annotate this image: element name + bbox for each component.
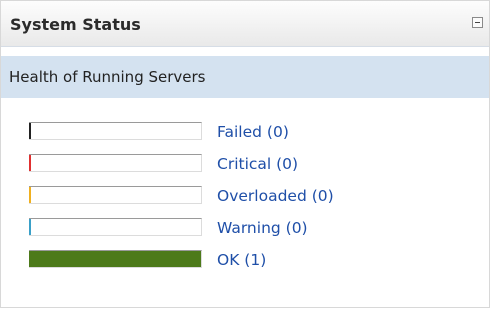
health-bar-edge [29, 219, 31, 235]
health-bar-failed [29, 122, 202, 140]
health-bar-warning [29, 218, 202, 236]
health-bar-overloaded [29, 186, 202, 204]
warning-link[interactable]: Warning (0) [217, 218, 308, 238]
health-row-failed: Failed (0) [29, 119, 469, 151]
health-row-warning: Warning (0) [29, 215, 469, 247]
subheader-text: Health of Running Servers [9, 68, 206, 86]
failed-link[interactable]: Failed (0) [217, 122, 289, 142]
health-bar-critical [29, 154, 202, 172]
ok-link[interactable]: OK (1) [217, 250, 266, 270]
health-legend: Failed (0) Critical (0) Overloaded (0) W… [29, 119, 469, 279]
health-bar-fill [29, 251, 201, 267]
panel-header: System Status [1, 1, 489, 47]
health-row-overloaded: Overloaded (0) [29, 183, 469, 215]
panel-title: System Status [10, 15, 141, 34]
health-row-ok: OK (1) [29, 247, 469, 279]
health-bar-edge [29, 187, 31, 203]
overloaded-link[interactable]: Overloaded (0) [217, 186, 334, 206]
health-row-critical: Critical (0) [29, 151, 469, 183]
collapse-icon[interactable] [472, 17, 483, 28]
health-bar-edge [29, 155, 31, 171]
health-bar-ok [29, 250, 202, 268]
system-status-panel: System Status Health of Running Servers … [0, 0, 490, 308]
critical-link[interactable]: Critical (0) [217, 154, 298, 174]
health-subheader: Health of Running Servers [1, 56, 489, 98]
health-bar-edge [29, 123, 31, 139]
